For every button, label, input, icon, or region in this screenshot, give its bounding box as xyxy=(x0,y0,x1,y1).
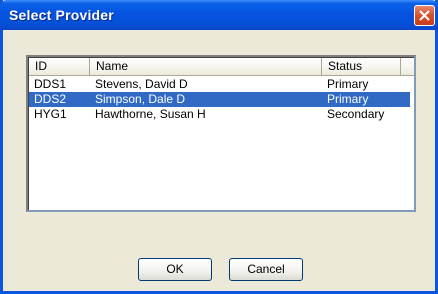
row-name: Hawthorne, Susan H xyxy=(95,107,206,121)
row-name: Simpson, Dale D xyxy=(95,92,186,106)
list-row[interactable]: HYG1 Hawthorne, Susan H Secondary xyxy=(29,107,410,122)
row-name: Stevens, David D xyxy=(95,77,188,91)
list-header: ID Name Status xyxy=(29,58,414,76)
row-id: DDS1 xyxy=(34,77,67,91)
list-row[interactable]: DDS1 Stevens, David D Primary xyxy=(29,77,410,92)
ok-button[interactable]: OK xyxy=(138,258,212,281)
row-id: HYG1 xyxy=(34,107,67,121)
cancel-button[interactable]: Cancel xyxy=(229,258,303,281)
close-icon xyxy=(419,10,430,21)
column-header-filler xyxy=(401,58,414,76)
row-status: Primary xyxy=(327,77,369,91)
provider-list[interactable]: ID Name Status DDS1 Stevens, David D Pri… xyxy=(26,55,416,212)
column-header-status[interactable]: Status xyxy=(322,58,401,76)
title-bar[interactable]: Select Provider xyxy=(0,0,438,30)
close-button[interactable] xyxy=(414,5,435,26)
row-id: DDS2 xyxy=(34,92,67,106)
list-row-selected[interactable]: DDS2 Simpson, Dale D Primary xyxy=(29,92,410,107)
column-header-id[interactable]: ID xyxy=(29,58,90,76)
dialog-title: Select Provider xyxy=(9,7,114,23)
column-header-name[interactable]: Name xyxy=(90,58,322,76)
row-status: Secondary xyxy=(327,107,385,121)
row-status: Primary xyxy=(327,92,369,106)
